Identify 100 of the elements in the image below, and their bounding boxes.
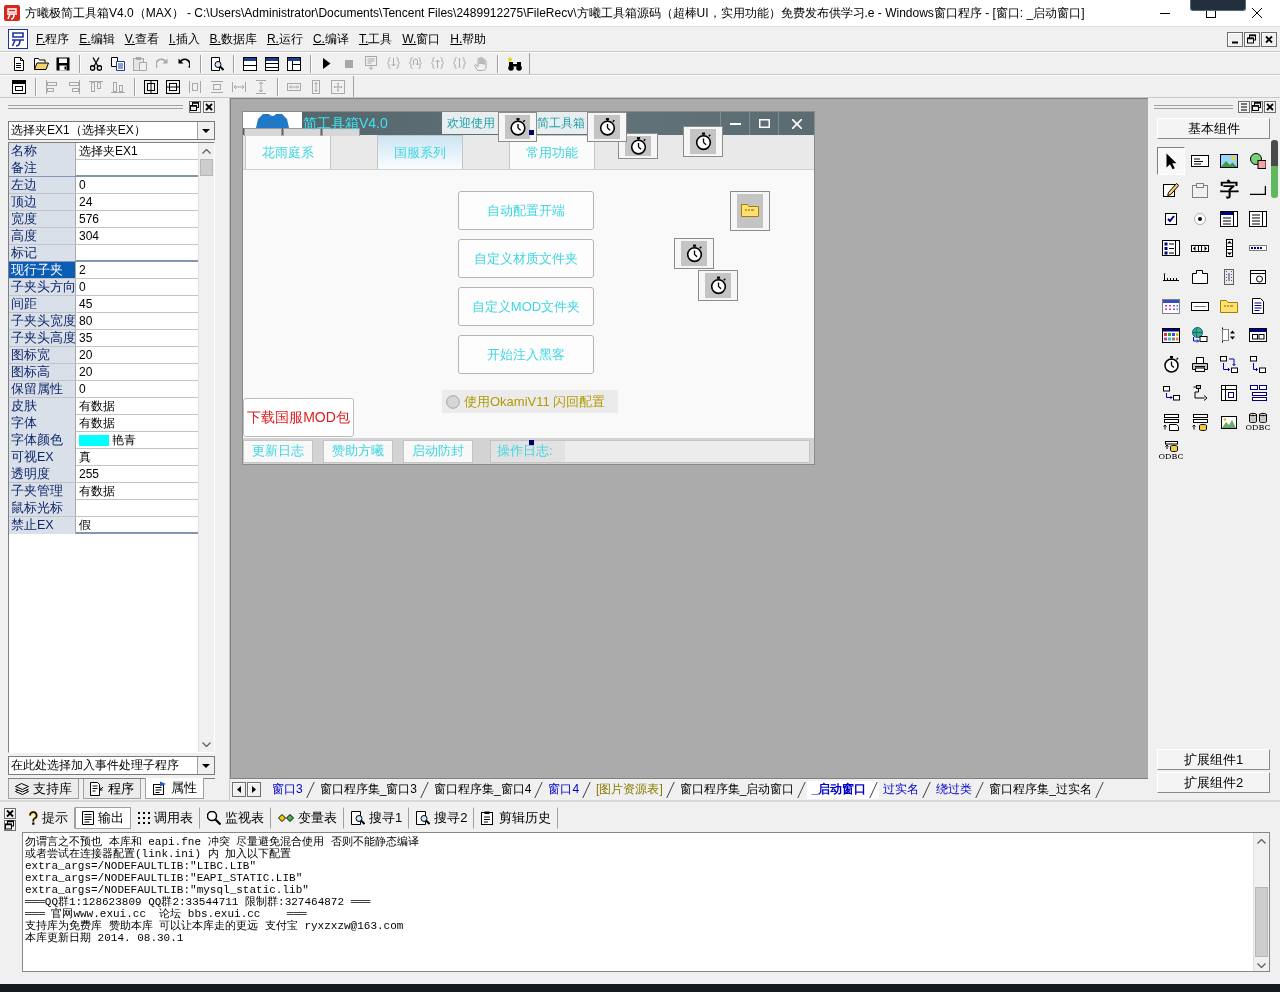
property-name[interactable]: 标记 [9, 245, 75, 261]
event-dropdown[interactable]: 在此处选择加入事件处理子程序 [8, 756, 215, 775]
caret-down-icon[interactable] [202, 763, 210, 768]
download-button[interactable]: 下载国服MOD包 [243, 398, 354, 437]
property-name[interactable]: 现行子夹 [9, 262, 75, 278]
scrollbar[interactable] [198, 143, 214, 752]
menu-item[interactable]: E.编辑 [74, 30, 120, 48]
property-value[interactable]: 真 [79, 449, 91, 466]
property-value[interactable]: 艳青 [112, 432, 136, 449]
menu-item[interactable]: F.程序 [31, 30, 75, 48]
document-tab[interactable]: 窗口程序集_启动窗口 [675, 780, 808, 799]
property-value[interactable]: 有数据 [79, 415, 115, 432]
panel-tab[interactable]: 程序 [83, 779, 141, 799]
property-name[interactable]: 间距 [9, 296, 75, 312]
restore-icon[interactable] [1251, 101, 1263, 113]
property-name[interactable]: 字体颜色 [9, 432, 75, 449]
document-tab[interactable]: 窗口程序集_窗口3 [315, 780, 431, 799]
menu-item[interactable]: B.数据库 [204, 30, 262, 48]
property-value[interactable]: 假 [79, 517, 91, 534]
property-name[interactable]: 左边 [9, 177, 75, 193]
property-name[interactable]: 子夹头方向 [9, 279, 75, 295]
restore-icon[interactable] [4, 820, 16, 831]
property-name[interactable]: 子夹头宽度 [9, 313, 75, 329]
window-layout-icon[interactable] [287, 56, 301, 71]
property-name[interactable]: 名称 [9, 143, 75, 160]
left-arrow-icon[interactable] [232, 782, 246, 797]
property-name[interactable]: 图标高 [9, 364, 75, 380]
output-tab[interactable]: 变量表 [271, 807, 344, 829]
property-name[interactable]: 子夹管理 [9, 483, 75, 500]
menu-item[interactable]: C.编译 [307, 30, 354, 48]
property-value[interactable]: 2 [79, 263, 86, 277]
property-value[interactable]: 304 [79, 229, 100, 243]
close-icon[interactable] [4, 808, 16, 819]
property-value[interactable]: 24 [79, 195, 93, 209]
property-value[interactable]: 35 [79, 331, 93, 345]
scrollbar-thumb[interactable] [1255, 887, 1268, 957]
restore-icon[interactable] [1244, 31, 1260, 47]
property-value[interactable]: 20 [79, 365, 93, 379]
minimize-icon[interactable] [1227, 31, 1243, 47]
scrollbar-thumb[interactable] [200, 159, 213, 176]
document-tab[interactable]: _启动窗口 [807, 780, 880, 799]
property-value[interactable]: 有数据 [79, 483, 115, 500]
panel-tab[interactable]: 属性 [144, 778, 204, 799]
output-tab[interactable]: 搜寻2 [409, 807, 475, 829]
property-name[interactable]: 鼠标光标 [9, 500, 75, 516]
minimize-icon[interactable] [1160, 12, 1170, 14]
right-arrow-icon[interactable] [247, 782, 261, 797]
output-tab[interactable]: 输出 [75, 807, 131, 829]
center-horizontal-icon[interactable] [144, 79, 158, 94]
play-icon[interactable] [323, 58, 331, 69]
close-icon[interactable] [1252, 8, 1262, 18]
scrollbar-thumb[interactable] [1271, 140, 1278, 198]
save-icon[interactable] [56, 56, 70, 71]
output-tab[interactable]: 搜寻1 [344, 807, 410, 829]
component-tool[interactable]: ODBC [1244, 408, 1272, 436]
component-tool[interactable] [1157, 147, 1185, 175]
window-layout-icon[interactable] [243, 56, 257, 71]
document-tab[interactable]: [图片资源表] [592, 780, 676, 799]
property-value[interactable]: 有数据 [79, 398, 115, 415]
group-button[interactable]: 基本组件 [1157, 118, 1270, 139]
property-value[interactable]: 80 [79, 314, 93, 328]
close-icon[interactable] [1264, 101, 1276, 113]
document-tab[interactable]: 窗口3 [268, 780, 316, 799]
binoculars-icon[interactable] [506, 56, 522, 71]
menu-item[interactable]: I.插入 [163, 30, 205, 48]
magnifier-page-icon[interactable] [210, 56, 224, 71]
property-value[interactable]: 0 [79, 280, 86, 294]
scrollbar[interactable] [1253, 833, 1269, 971]
copy-icon[interactable] [111, 56, 125, 71]
document-tab[interactable]: 过实名 [879, 780, 933, 799]
output-tab[interactable]: 调用表 [131, 807, 200, 829]
property-name[interactable]: 备注 [9, 160, 75, 176]
group-button[interactable]: 扩展组件2 [1157, 772, 1270, 793]
property-value[interactable]: 选择夹EX1 [79, 143, 138, 160]
property-value[interactable]: 576 [79, 212, 100, 226]
property-name[interactable]: 子夹头高度 [9, 330, 75, 346]
menu-item[interactable]: T.工具 [353, 30, 398, 48]
window-layout-icon[interactable] [265, 56, 279, 71]
document-tab[interactable]: 窗口程序集_过实名 [985, 780, 1105, 799]
property-value[interactable]: 0 [79, 178, 86, 192]
property-value[interactable]: 20 [79, 348, 93, 362]
menu-item[interactable]: V.查看 [119, 30, 164, 48]
document-tab[interactable]: 绕过类 [932, 780, 986, 799]
property-name[interactable]: 可视EX [9, 449, 75, 466]
scissors-icon[interactable] [90, 56, 102, 71]
panel-tab[interactable]: 支持库 [8, 779, 79, 799]
menu-item[interactable]: H.帮助 [445, 30, 492, 48]
property-name[interactable]: 禁止EX [9, 517, 75, 534]
property-name[interactable]: 图标宽 [9, 347, 75, 363]
selection-handle[interactable] [529, 130, 534, 135]
close-icon[interactable] [1261, 31, 1277, 47]
form-window-icon[interactable] [12, 79, 26, 94]
component-tool[interactable]: ODBC [1157, 437, 1185, 465]
component-tool[interactable]: 字 [1215, 176, 1243, 204]
property-name[interactable]: 皮肤 [9, 398, 75, 415]
property-value[interactable]: 45 [79, 297, 93, 311]
property-name[interactable]: 宽度 [9, 211, 75, 227]
property-value[interactable]: 255 [79, 467, 100, 481]
menu-item[interactable]: W.窗口 [397, 30, 446, 48]
property-name[interactable]: 高度 [9, 228, 75, 244]
